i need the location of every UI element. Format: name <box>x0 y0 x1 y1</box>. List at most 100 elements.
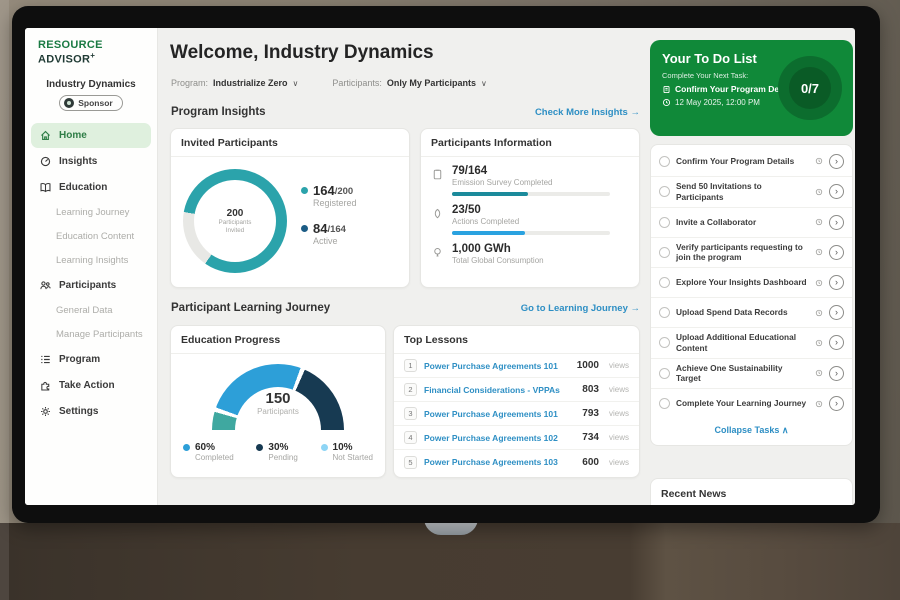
task-row[interactable]: Verify participants requesting to join t… <box>651 237 852 268</box>
sponsor-icon <box>64 98 74 108</box>
lesson-link[interactable]: Power Purchase Agreements 101 <box>424 409 575 419</box>
legend-dot <box>301 187 308 194</box>
task-row[interactable]: Send 50 Invitations to Participants › <box>651 176 852 207</box>
education-progress-card: Education Progress 150 Participants 60%C… <box>170 325 386 478</box>
lesson-views: 803 <box>582 384 599 395</box>
lesson-rank: 5 <box>404 456 417 469</box>
collapse-tasks-link[interactable]: Collapse Tasks ∧ <box>651 418 852 444</box>
lesson-views: 793 <box>582 408 599 419</box>
task-checkbox[interactable] <box>659 186 670 197</box>
legend-item-registered: 164/200 Registered <box>301 183 357 208</box>
task-row[interactable]: Complete Your Learning Journey › <box>651 388 852 418</box>
program-value: Industrialize Zero <box>213 78 288 88</box>
clock-icon <box>815 279 823 287</box>
clock-icon <box>815 400 823 408</box>
task-checkbox[interactable] <box>659 398 670 409</box>
sidebar-item-label: Manage Participants <box>56 329 143 340</box>
legend-item-completed: 60%Completed <box>183 442 234 462</box>
task-row[interactable]: Achieve One Sustainability Target › <box>651 358 852 389</box>
sidebar-item-label: Program <box>59 354 100 365</box>
gauge-legend: 60%Completed 30%Pending 10%Not Started <box>171 430 385 462</box>
task-row[interactable]: Explore Your Insights Dashboard › <box>651 267 852 297</box>
sidebar-item-learning-insights[interactable]: Learning Insights <box>31 249 151 272</box>
lesson-rank: 3 <box>404 407 417 420</box>
sponsor-badge: Sponsor <box>59 95 122 111</box>
lesson-link[interactable]: Power Purchase Agreements 102 <box>424 433 575 443</box>
task-checkbox[interactable] <box>659 217 670 228</box>
task-checkbox[interactable] <box>659 337 670 348</box>
sidebar-item-label: Participants <box>59 280 116 291</box>
task-open-button[interactable]: › <box>829 215 844 230</box>
task-row[interactable]: Upload Spend Data Records › <box>651 297 852 327</box>
sidebar-item-manage-participants[interactable]: Manage Participants <box>31 323 151 346</box>
sidebar-item-label: Learning Insights <box>56 255 128 266</box>
task-open-button[interactable]: › <box>829 275 844 290</box>
task-open-button[interactable]: › <box>829 335 844 350</box>
legend-dot <box>301 225 308 232</box>
clock-icon <box>815 157 823 165</box>
filter-bar: Program: Industrialize Zero ∨ Participants… <box>171 78 487 88</box>
clock-icon <box>815 309 823 317</box>
monitor-bezel: RESOURCE ADVISOR+ Industry Dynamics Spon… <box>12 6 880 523</box>
section-title: Program Insights <box>171 106 266 118</box>
lesson-link[interactable]: Financial Considerations - VPPAs <box>424 385 575 395</box>
go-to-learning-journey-link[interactable]: Go to Learning Journey → <box>521 303 640 314</box>
program-dropdown[interactable]: Program: Industrialize Zero ∨ <box>171 78 298 88</box>
lesson-rank: 4 <box>404 431 417 444</box>
sidebar-item-home[interactable]: Home <box>31 123 151 148</box>
task-open-button[interactable]: › <box>829 396 844 411</box>
lesson-link[interactable]: Power Purchase Agreements 103 <box>424 457 575 467</box>
task-row[interactable]: Upload Additional Educational Content › <box>651 327 852 358</box>
task-checkbox[interactable] <box>659 247 670 258</box>
sidebar-item-learning-journey[interactable]: Learning Journey <box>31 201 151 224</box>
check-more-insights-link[interactable]: Check More Insights → <box>535 107 640 118</box>
sidebar-item-general-data[interactable]: General Data <box>31 299 151 322</box>
gear-icon <box>39 405 52 418</box>
task-checkbox[interactable] <box>659 156 670 167</box>
app-logo: RESOURCE ADVISOR+ <box>25 28 157 66</box>
gauge-center-label: Participants <box>171 407 385 416</box>
window-light-strip <box>0 0 9 600</box>
leaf-icon <box>431 207 444 220</box>
sidebar-item-label: Education <box>59 182 107 193</box>
top-lessons-card: Top Lessons 1 Power Purchase Agreements … <box>393 325 640 478</box>
clock-icon <box>815 218 823 226</box>
stat-emission-survey: 79/164 Emission Survey Completed <box>421 157 639 196</box>
card-title: Invited Participants <box>171 129 409 157</box>
sidebar-item-participants[interactable]: Participants <box>31 273 151 298</box>
program-label: Program: <box>171 78 208 88</box>
task-row[interactable]: Confirm Your Program Details › <box>651 146 852 176</box>
todo-summary-card: Your To Do List Complete Your Next Task:… <box>650 40 853 136</box>
clock-icon <box>815 248 823 256</box>
puzzle-icon <box>39 379 52 392</box>
task-open-button[interactable]: › <box>829 366 844 381</box>
task-row[interactable]: Invite a Collaborator › <box>651 207 852 237</box>
sidebar-item-settings[interactable]: Settings <box>31 399 151 424</box>
donut-center-value: 200 <box>227 208 244 219</box>
invited-participants-card: Invited Participants 200 Participants In… <box>170 128 410 288</box>
progress-bar <box>452 231 610 235</box>
list-icon <box>39 353 52 366</box>
sidebar-item-program[interactable]: Program <box>31 347 151 372</box>
lesson-link[interactable]: Power Purchase Agreements 101 <box>424 361 570 371</box>
task-open-button[interactable]: › <box>829 245 844 260</box>
card-title: Education Progress <box>171 326 385 354</box>
sidebar-item-insights[interactable]: Insights <box>31 149 151 174</box>
task-checkbox[interactable] <box>659 277 670 288</box>
sidebar-item-label: Take Action <box>59 380 115 391</box>
participants-dropdown[interactable]: Participants:Only My Participants∨ <box>332 78 486 88</box>
sidebar-item-education[interactable]: Education <box>31 175 151 200</box>
task-checkbox[interactable] <box>659 307 670 318</box>
task-open-button[interactable]: › <box>829 154 844 169</box>
clock-icon <box>815 339 823 347</box>
task-checkbox[interactable] <box>659 368 670 379</box>
sidebar-item-take-action[interactable]: Take Action <box>31 373 151 398</box>
chevron-down-icon: ∨ <box>293 79 299 88</box>
task-open-button[interactable]: › <box>829 184 844 199</box>
lesson-row: 3 Power Purchase Agreements 101 793views <box>394 402 639 426</box>
task-open-button[interactable]: › <box>829 305 844 320</box>
legend-item-pending: 30%Pending <box>256 442 297 462</box>
lesson-views: 1000 <box>577 360 599 371</box>
sidebar-item-education-content[interactable]: Education Content <box>31 225 151 248</box>
legend-dot <box>321 444 328 451</box>
